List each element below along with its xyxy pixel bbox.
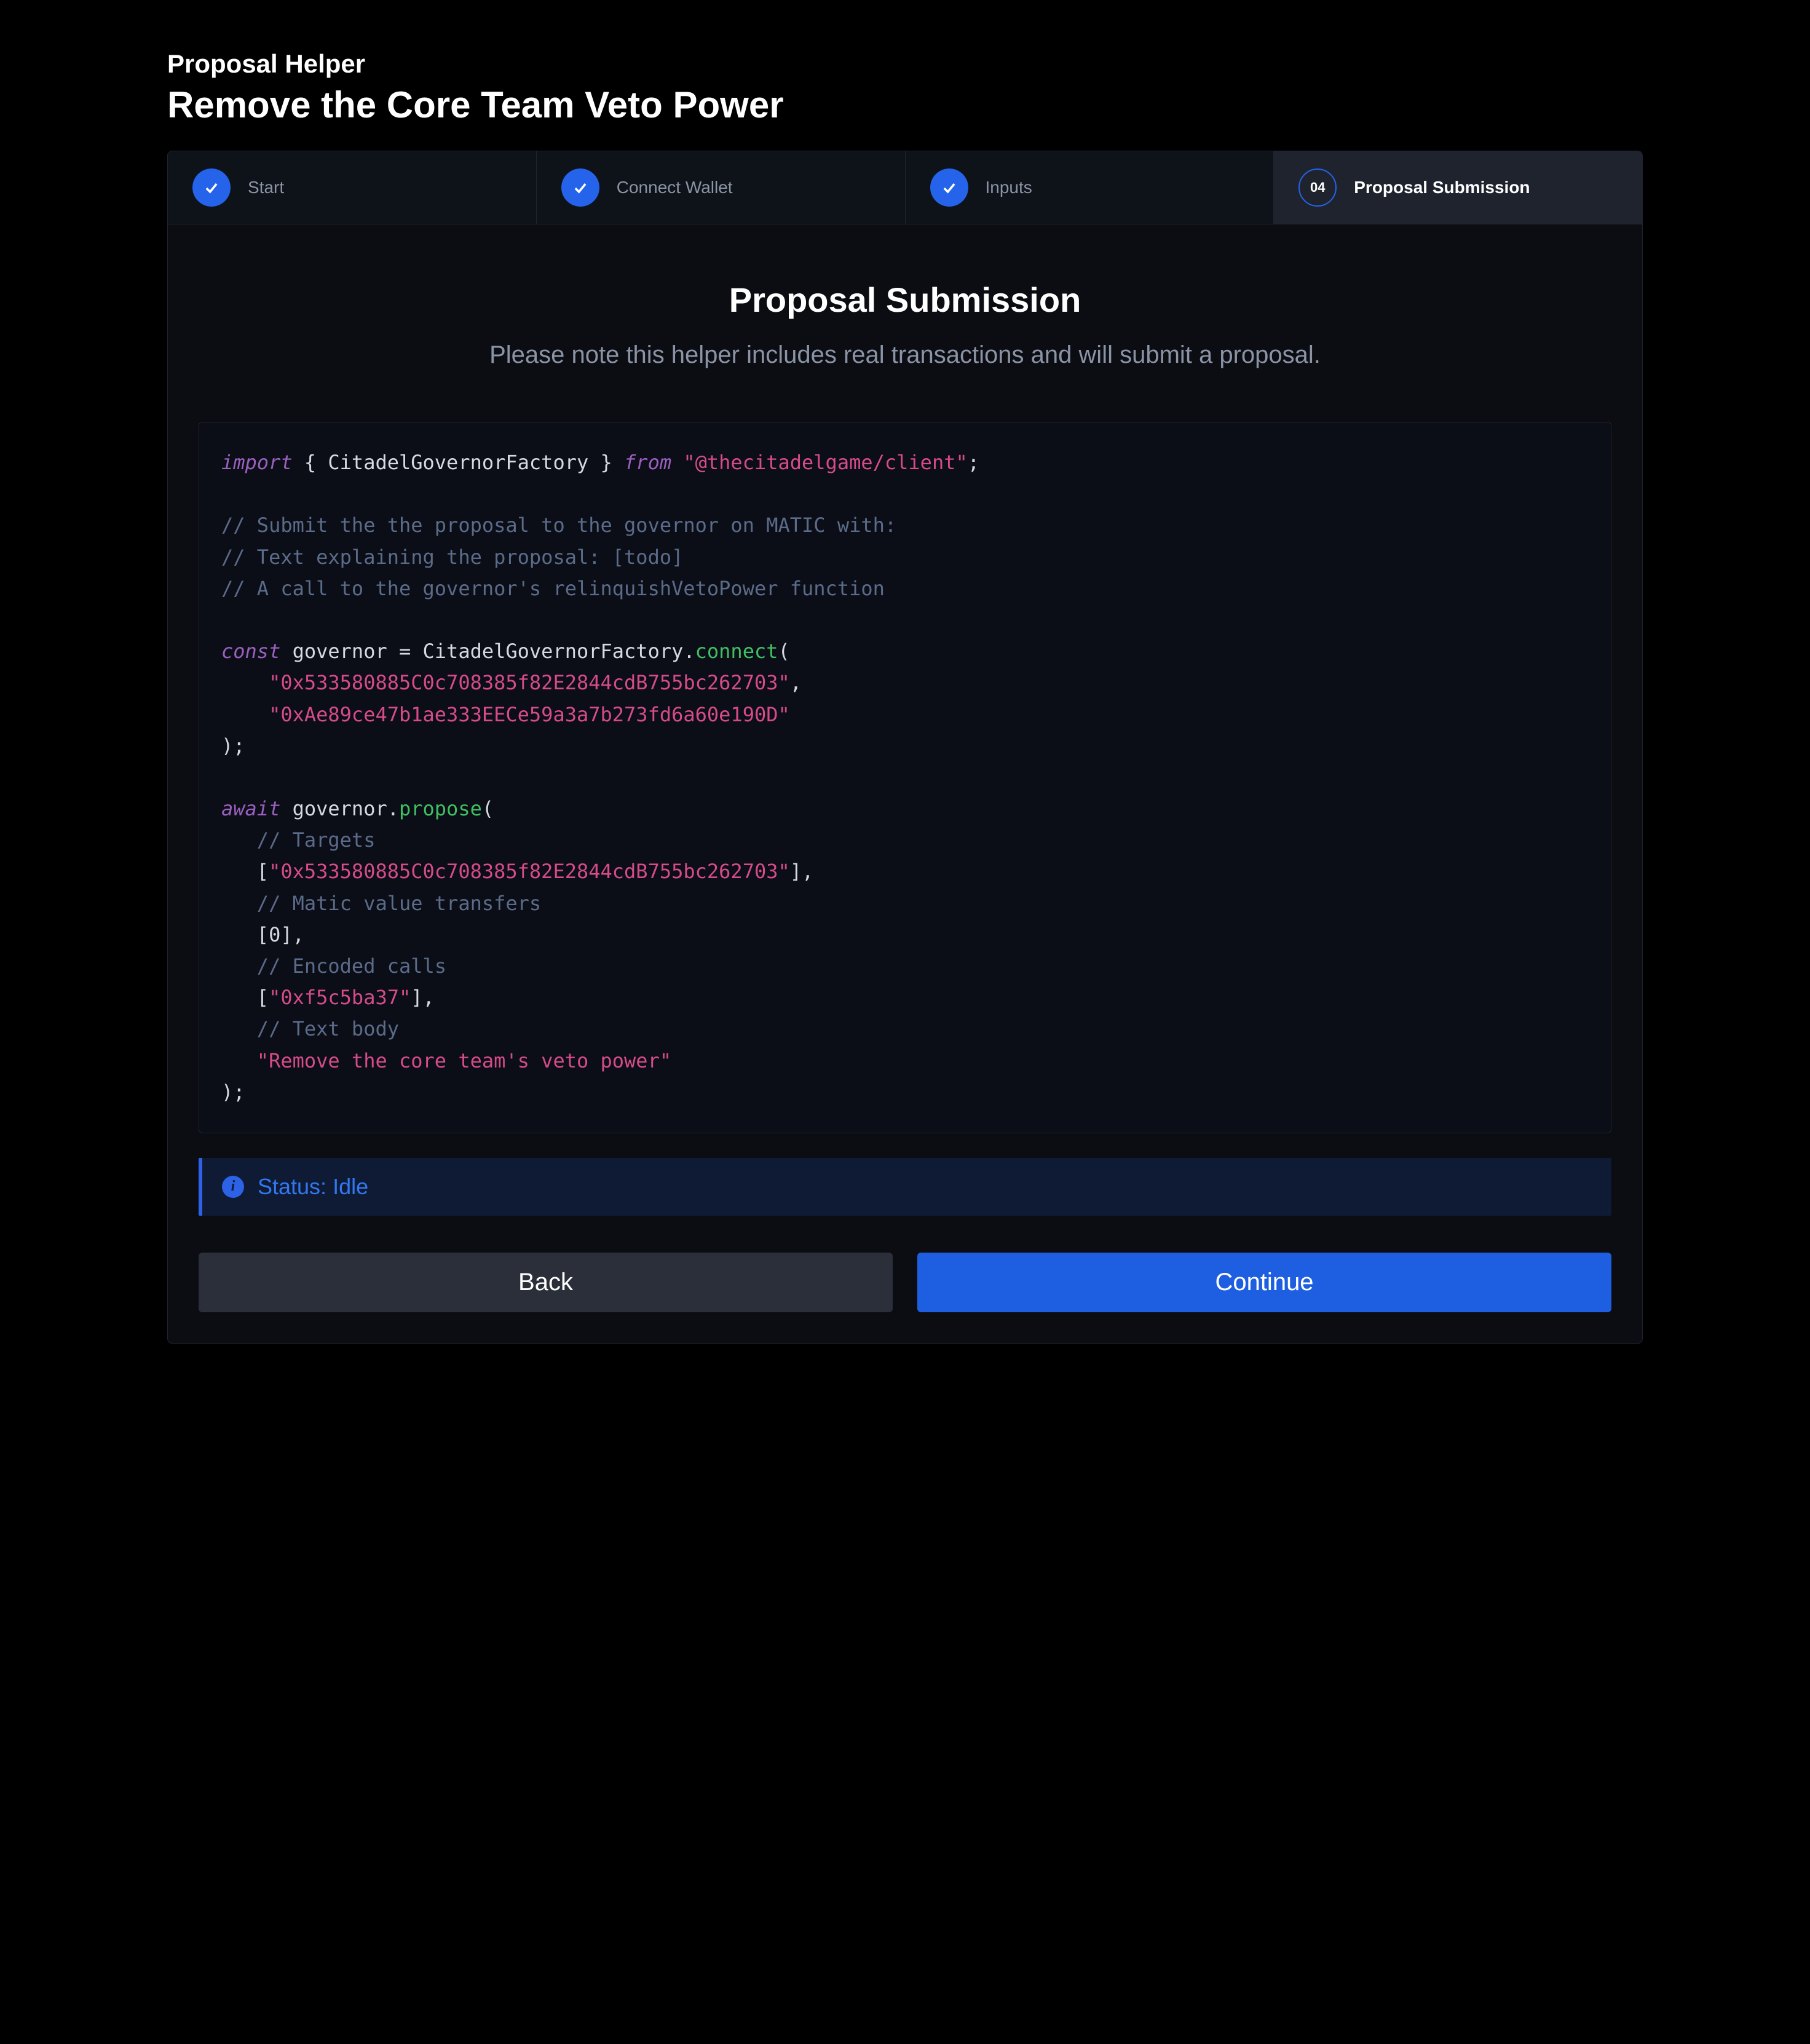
code-token: ],: [790, 860, 814, 883]
code-token: [: [257, 986, 269, 1009]
step-label: Proposal Submission: [1354, 178, 1530, 197]
code-token: (: [778, 640, 789, 663]
step-label: Inputs: [986, 178, 1032, 197]
check-icon: [192, 168, 231, 207]
section-description: Please note this helper includes real tr…: [475, 337, 1335, 373]
code-token: import: [221, 451, 293, 474]
code-token: ;: [968, 451, 979, 474]
check-icon: [930, 168, 968, 207]
code-comment: // Encoded calls: [257, 954, 446, 978]
check-icon: [561, 168, 599, 207]
code-comment: // Submit the the proposal to the govern…: [221, 513, 896, 537]
code-token: ,: [790, 671, 802, 694]
code-token: connect: [695, 640, 778, 663]
step-proposal-submission[interactable]: 04 Proposal Submission: [1274, 151, 1642, 224]
code-comment: // A call to the governor's relinquishVe…: [221, 577, 885, 600]
code-token: "0x533580885C0c708385f82E2844cdB755bc262…: [269, 860, 790, 883]
code-token: );: [221, 1080, 245, 1104]
code-token: [0],: [257, 923, 304, 946]
code-token: { CitadelGovernorFactory }: [293, 451, 624, 474]
stepper: Start Connect Wallet Inputs 04 Proposal …: [168, 151, 1642, 224]
proposal-card: Start Connect Wallet Inputs 04 Proposal …: [167, 151, 1643, 1344]
code-token: const: [221, 640, 280, 663]
continue-button[interactable]: Continue: [917, 1253, 1611, 1312]
code-token: "@thecitadelgame/client": [683, 451, 967, 474]
back-button[interactable]: Back: [199, 1253, 893, 1312]
code-comment: // Targets: [257, 828, 376, 852]
status-text: Status: Idle: [258, 1174, 368, 1200]
code-token: );: [221, 734, 245, 758]
step-number-badge: 04: [1298, 168, 1337, 207]
section-title: Proposal Submission: [199, 280, 1611, 320]
code-token: governor = CitadelGovernorFactory.: [280, 640, 695, 663]
code-token: await: [221, 797, 280, 820]
page-title: Remove the Core Team Veto Power: [167, 84, 1643, 126]
code-token: "Remove the core team's veto power": [257, 1049, 671, 1072]
code-token: "0xf5c5ba37": [269, 986, 411, 1009]
header-subtitle: Proposal Helper: [167, 49, 1643, 79]
code-token: from: [624, 451, 671, 474]
step-inputs[interactable]: Inputs: [906, 151, 1275, 224]
code-token: "0x533580885C0c708385f82E2844cdB755bc262…: [269, 671, 790, 694]
code-token: ],: [411, 986, 435, 1009]
step-start[interactable]: Start: [168, 151, 537, 224]
code-token: propose: [399, 797, 482, 820]
code-token: "0xAe89ce47b1ae333EECe59a3a7b273fd6a60e1…: [269, 703, 790, 726]
code-comment: // Matic value transfers: [257, 892, 541, 915]
button-row: Back Continue: [199, 1253, 1611, 1312]
code-comment: // Text explaining the proposal: [todo]: [221, 545, 683, 569]
status-bar: i Status: Idle: [199, 1158, 1611, 1216]
code-token: [: [257, 860, 269, 883]
step-label: Connect Wallet: [617, 178, 733, 197]
info-icon: i: [222, 1176, 244, 1198]
step-connect-wallet[interactable]: Connect Wallet: [537, 151, 906, 224]
code-preview: import { CitadelGovernorFactory } from "…: [199, 422, 1611, 1133]
code-token: governor.: [280, 797, 399, 820]
code-token: (: [482, 797, 494, 820]
step-label: Start: [248, 178, 284, 197]
code-comment: // Text body: [257, 1017, 399, 1040]
